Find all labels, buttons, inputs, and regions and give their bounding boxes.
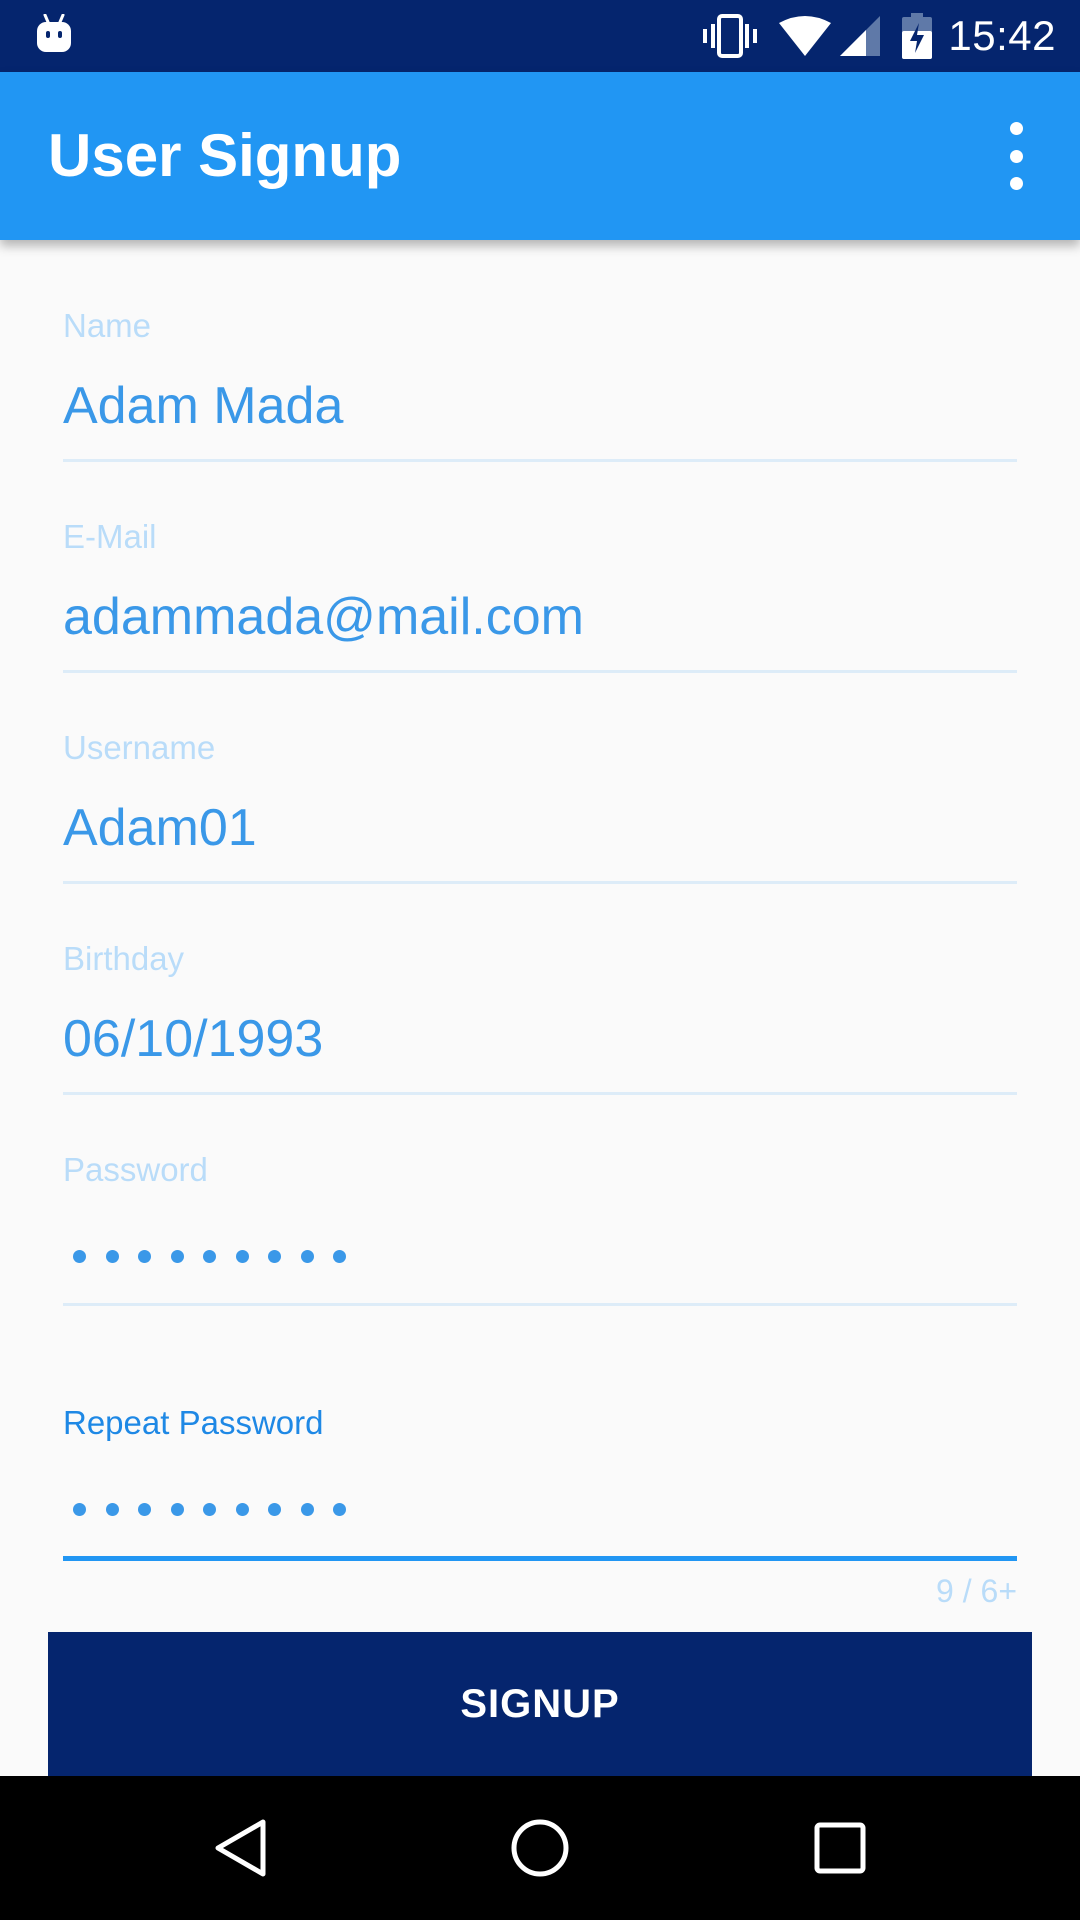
- username-underline: [63, 881, 1017, 884]
- password-mask-dot: [73, 1502, 86, 1516]
- character-counter: 9 / 6+: [936, 1573, 1017, 1609]
- birthday-underline: [63, 1092, 1017, 1095]
- username-label: Username: [63, 729, 216, 766]
- password-mask-dot: [300, 1502, 314, 1516]
- android-notification-icon: [36, 13, 72, 54]
- wifi-icon: [778, 15, 832, 57]
- repeat-password-input[interactable]: [63, 1477, 1017, 1541]
- username-input[interactable]: Adam01: [63, 796, 1017, 860]
- name-underline: [63, 459, 1017, 462]
- recents-icon[interactable]: [760, 1776, 920, 1920]
- overflow-menu-icon[interactable]: [988, 122, 1044, 190]
- back-icon[interactable]: [160, 1776, 320, 1920]
- password-underline: [63, 1303, 1017, 1306]
- page-title: User Signup: [48, 122, 402, 189]
- email-field[interactable]: E-Mail adammada@mail.com: [63, 517, 1017, 673]
- password-mask-dot: [170, 1249, 184, 1263]
- password-mask-dot: [235, 1249, 249, 1263]
- app-bar: User Signup: [0, 72, 1080, 240]
- birthday-field[interactable]: Birthday 06/10/1993: [63, 939, 1017, 1095]
- password-mask-dot: [138, 1502, 151, 1516]
- birthday-input[interactable]: 06/10/1993: [63, 1007, 1017, 1071]
- username-field[interactable]: Username Adam01: [63, 728, 1017, 884]
- password-label: Password: [63, 1151, 208, 1188]
- name-label: Name: [63, 307, 152, 344]
- password-mask-dot: [333, 1502, 346, 1516]
- password-mask-dot: [138, 1249, 151, 1263]
- password-field[interactable]: Password: [63, 1150, 1017, 1306]
- battery-charging-icon: [902, 13, 933, 59]
- birthday-label: Birthday: [63, 940, 185, 977]
- repeat-password-underline: [63, 1556, 1017, 1561]
- password-mask-dot: [73, 1249, 86, 1263]
- password-mask-dot: [268, 1249, 281, 1263]
- signup-button[interactable]: SIGNUP: [48, 1632, 1032, 1776]
- email-label: E-Mail: [63, 518, 157, 555]
- repeat-password-field[interactable]: Repeat Password 9 / 6+: [63, 1403, 1017, 1609]
- password-mask-dot: [170, 1502, 184, 1516]
- password-mask-dot: [235, 1502, 249, 1516]
- name-field[interactable]: Name Adam Mada: [63, 306, 1017, 462]
- status-bar: 15:42: [0, 0, 1080, 72]
- password-mask-dot: [105, 1249, 119, 1263]
- status-clock: 15:42: [948, 12, 1056, 59]
- repeat-password-label: Repeat Password: [63, 1404, 324, 1441]
- password-mask-dot: [300, 1249, 314, 1263]
- password-mask-dot: [203, 1249, 216, 1263]
- password-input[interactable]: [63, 1224, 1017, 1288]
- password-mask-dot: [268, 1502, 281, 1516]
- system-status-icons: 15:42: [682, 0, 1080, 72]
- password-mask-dot: [105, 1502, 119, 1516]
- email-input[interactable]: adammada@mail.com: [63, 585, 1017, 649]
- name-input[interactable]: Adam Mada: [63, 374, 1017, 438]
- password-mask-dot: [333, 1249, 346, 1263]
- email-underline: [63, 670, 1017, 673]
- home-icon[interactable]: [460, 1776, 620, 1920]
- navigation-bar: [0, 1776, 1080, 1920]
- cell-signal-icon: [838, 15, 882, 57]
- vibrate-icon: [702, 14, 758, 58]
- password-mask-dot: [203, 1502, 216, 1516]
